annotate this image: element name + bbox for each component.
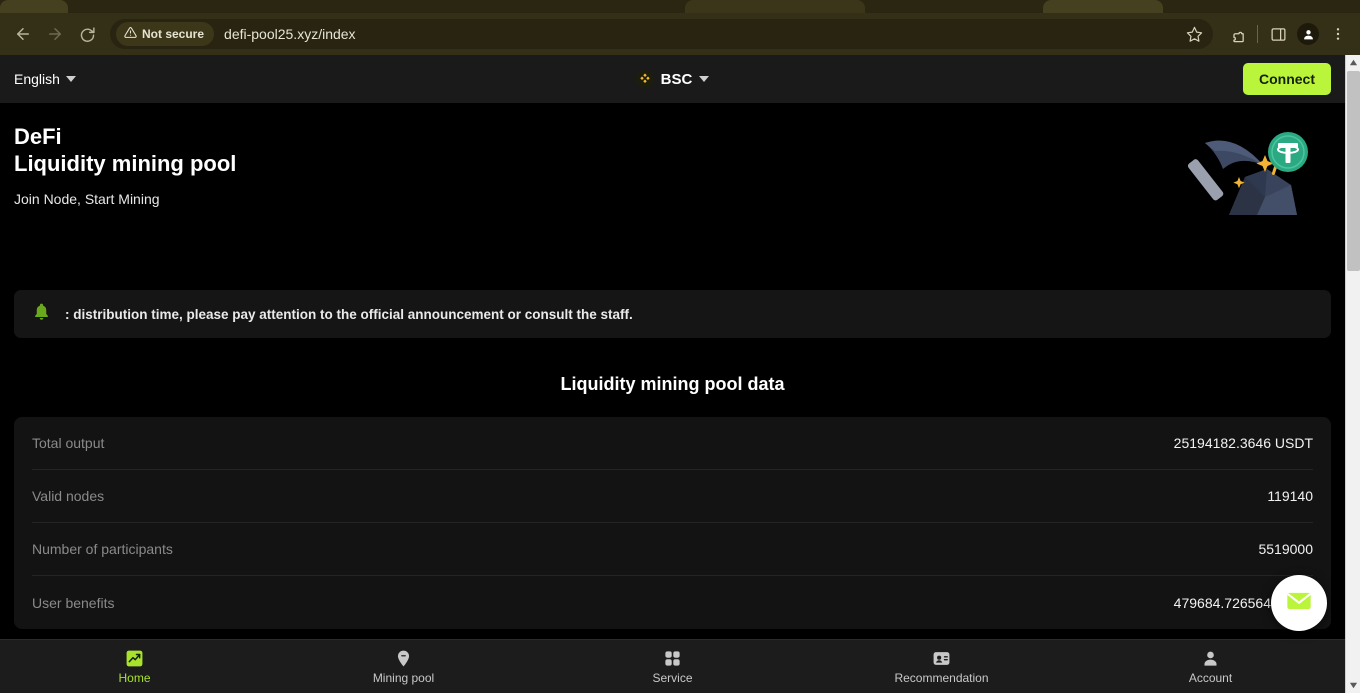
forward-button[interactable]	[40, 19, 70, 49]
bell-icon	[32, 302, 51, 326]
envelope-icon	[1285, 587, 1313, 620]
browser-toolbar: Not secure defi-pool25.xyz/index	[0, 13, 1360, 55]
star-icon[interactable]	[1186, 26, 1203, 43]
row-label: Valid nodes	[32, 488, 105, 504]
address-bar[interactable]: Not secure defi-pool25.xyz/index	[110, 19, 1213, 49]
nav-label: Mining pool	[372, 671, 435, 685]
tab-strip[interactable]	[0, 0, 1360, 13]
contact-card-icon	[932, 648, 951, 668]
table-row: User benefits 479684.726564 USDT	[32, 576, 1313, 629]
page-title: Liquidity mining pool data	[560, 374, 785, 394]
profile-button[interactable]	[1294, 20, 1322, 48]
warning-triangle-icon	[124, 26, 137, 42]
pool-data-card: Total output 25194182.3646 USDT Valid no…	[14, 417, 1331, 629]
scroll-down-button[interactable]	[1346, 678, 1360, 693]
hero-title: DeFi Liquidity mining pool	[14, 123, 1331, 177]
toolbar-divider	[1257, 25, 1258, 43]
row-label: Number of participants	[32, 541, 173, 557]
back-button[interactable]	[8, 19, 38, 49]
table-row: Number of participants 5519000	[32, 523, 1313, 576]
chevron-down-icon	[699, 76, 710, 82]
announcement-banner: : distribution time, please pay attentio…	[14, 290, 1331, 338]
security-badge[interactable]: Not secure	[116, 22, 215, 46]
announcement-text: : distribution time, please pay attentio…	[65, 306, 633, 322]
nav-label: Recommendation	[894, 671, 989, 685]
row-value: 119140	[1267, 488, 1313, 504]
scroll-up-button[interactable]	[1346, 55, 1360, 70]
row-value: 25194182.3646 USDT	[1173, 435, 1313, 451]
connect-wallet-button[interactable]: Connect	[1243, 63, 1331, 95]
row-value: 5519000	[1258, 541, 1313, 557]
extensions-icon[interactable]	[1223, 20, 1251, 48]
language-label: English	[14, 71, 60, 87]
message-button[interactable]	[1271, 575, 1327, 631]
avatar[interactable]	[1297, 23, 1319, 45]
page-scrollbar[interactable]	[1345, 55, 1360, 693]
hero-section: DeFi Liquidity mining pool Join Node, St…	[0, 103, 1345, 258]
security-badge-label: Not secure	[142, 27, 205, 41]
scrollbar-thumb[interactable]	[1347, 71, 1360, 271]
nav-item-home[interactable]: Home	[0, 640, 269, 693]
browser-chrome: Not secure defi-pool25.xyz/index	[0, 0, 1360, 55]
hero-subtitle: Join Node, Start Mining	[14, 191, 160, 207]
nav-label: Account	[1188, 671, 1233, 685]
chain-label: BSC	[660, 70, 693, 88]
nav-item-service[interactable]: Service	[538, 640, 807, 693]
chain-selector[interactable]: BSC	[618, 70, 728, 88]
row-label: User benefits	[32, 594, 115, 611]
nav-item-mining-pool[interactable]: Mining pool	[269, 640, 538, 693]
side-panel-icon[interactable]	[1264, 20, 1292, 48]
hero-title-line2: Liquidity mining pool	[14, 151, 237, 176]
page-viewport: English BSC Connect DeFi Liquidity minin…	[0, 55, 1345, 693]
pickaxe-pin-icon	[394, 648, 413, 668]
bottom-navigation: Home Mining pool Service Recommendation …	[0, 639, 1345, 693]
row-label: Total output	[32, 435, 105, 451]
app-header: English BSC Connect	[0, 55, 1345, 103]
pickaxe-mining-usdt-icon	[1187, 119, 1317, 229]
grid-apps-icon	[663, 648, 682, 668]
reload-button[interactable]	[72, 19, 102, 49]
three-dot-menu-icon[interactable]	[1324, 20, 1352, 48]
browser-tab[interactable]	[1043, 0, 1163, 13]
chevron-down-icon	[65, 76, 76, 82]
binance-logo-icon	[635, 70, 654, 88]
nav-label: Service	[652, 671, 693, 685]
browser-tab[interactable]	[685, 0, 865, 13]
nav-label: Home	[118, 671, 151, 685]
language-selector[interactable]: English	[14, 71, 76, 87]
table-row: Total output 25194182.3646 USDT	[32, 417, 1313, 470]
nav-item-account[interactable]: Account	[1076, 640, 1345, 693]
person-icon	[1201, 648, 1220, 668]
chart-line-icon	[125, 648, 144, 668]
nav-item-recommendation[interactable]: Recommendation	[807, 640, 1076, 693]
url-text[interactable]: defi-pool25.xyz/index	[224, 26, 1186, 42]
browser-tab[interactable]	[0, 0, 68, 13]
table-row: Valid nodes 119140	[32, 470, 1313, 523]
hero-title-line1: DeFi	[14, 124, 62, 149]
